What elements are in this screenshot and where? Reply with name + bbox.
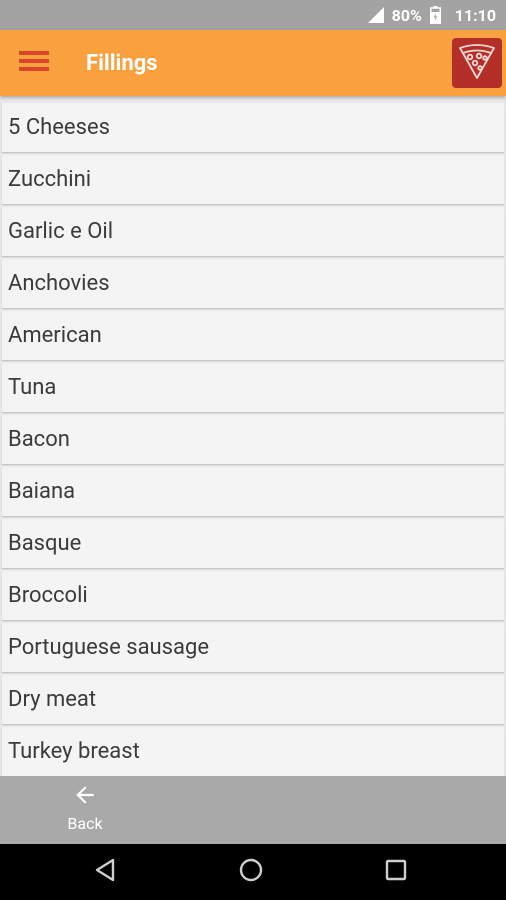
app-bar: Fillings [0,30,506,96]
clock: 11:10 [454,5,496,25]
fillings-list: 5 Cheeses Zucchini Garlic e Oil Anchovies Am… [0,100,506,776]
nav-home-icon [238,857,264,887]
bottom-bar: Back [0,776,506,844]
signal-icon [367,7,384,23]
battery-percent: 80% [391,5,422,25]
nav-back-icon [94,858,116,886]
menu-button[interactable] [0,30,68,96]
nav-recents-button[interactable] [380,856,412,888]
nav-home-button[interactable] [235,856,267,888]
list-item[interactable]: Portuguese sausage [2,623,504,672]
list-item[interactable]: Anchovies [2,259,504,308]
list-item[interactable]: American [2,311,504,360]
battery-icon [429,6,441,24]
status-bar: 80% 11:10 [0,0,506,30]
list-item[interactable]: Zucchini [2,155,504,204]
list-item[interactable]: Broccoli [2,571,504,620]
list-item[interactable]: Baiana [2,467,504,516]
page-title: Fillings [86,50,158,76]
hamburger-menu-icon [19,50,49,76]
list-item[interactable]: Bacon [2,415,504,464]
back-label: Back [67,814,103,833]
list-item[interactable]: Turkey breast [2,727,504,776]
list-item[interactable]: Basque [2,519,504,568]
list-item[interactable]: Tuna [2,363,504,412]
back-button[interactable]: Back [50,782,120,840]
arrow-left-icon [72,782,98,812]
nav-back-button[interactable] [89,856,121,888]
app-logo[interactable] [452,38,502,88]
list-item[interactable]: Garlic e Oil [2,207,504,256]
nav-recents-icon [385,859,407,885]
system-nav-bar [0,844,506,900]
list-item[interactable]: 5 Cheeses [2,103,504,152]
list-item[interactable]: Dry meat [2,675,504,724]
pizza-slice-icon [457,41,497,85]
